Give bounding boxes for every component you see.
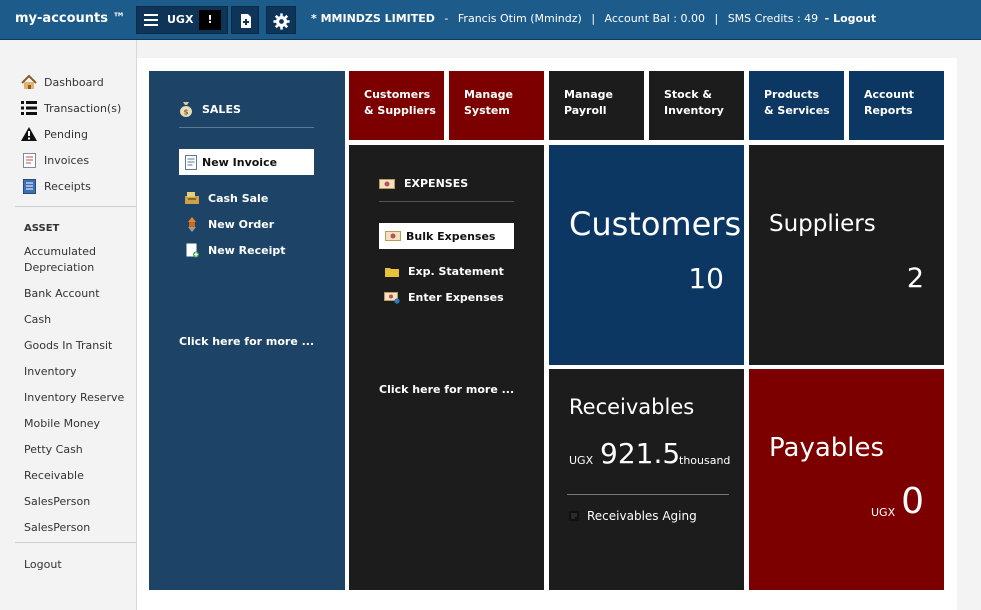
cash-register-icon	[184, 191, 200, 205]
group-label-asset: ASSET	[24, 223, 60, 234]
tile-account-reports[interactable]: Account Reports	[849, 71, 944, 140]
expenses-icon	[379, 178, 395, 190]
add-expense-icon	[384, 291, 400, 304]
currency-label: UGX	[167, 13, 194, 26]
invoice-icon	[20, 152, 38, 168]
sidebar-item-receipts[interactable]: Receipts	[20, 177, 91, 195]
receivables-label: Receivables	[569, 395, 695, 419]
sidebar-logout-link[interactable]: Logout	[24, 557, 62, 573]
company-name: * MMINDZS LIMITED	[311, 12, 435, 25]
payables-kpi-tile[interactable]: Payables UGX 0	[749, 369, 944, 590]
app-brand[interactable]: my-accounts ™	[15, 11, 126, 26]
tile-products-services[interactable]: Products & Services	[749, 71, 844, 140]
account-link[interactable]: Cash	[24, 312, 51, 328]
sidebar-divider	[15, 542, 136, 543]
top-bar: my-accounts ™ UGX ! * MMINDZS LIMITED - …	[0, 0, 981, 40]
folder-icon	[384, 266, 400, 277]
receivables-divider	[567, 494, 729, 495]
account-link[interactable]: Accumulated Depreciation	[24, 244, 124, 276]
account-balance: Account Bal : 0.00	[604, 12, 705, 25]
menu-currency-button[interactable]: UGX !	[136, 6, 228, 34]
account-info: * MMINDZS LIMITED - Francis Otim (Mmindz…	[311, 12, 877, 25]
invoice-icon	[185, 154, 197, 170]
alert-badge[interactable]: !	[199, 10, 221, 30]
receivables-unit: thousand	[679, 454, 731, 467]
hamburger-icon	[144, 14, 158, 26]
payables-amount: 0	[901, 481, 924, 522]
payables-currency: UGX	[871, 506, 896, 519]
sms-credits: SMS Credits : 49	[727, 12, 819, 25]
expenses-more-link[interactable]: Click here for more ...	[379, 383, 514, 396]
warning-icon	[20, 126, 38, 142]
aging-report-icon	[569, 511, 579, 521]
suppliers-count: 2	[906, 263, 924, 294]
money-bag-icon: $	[179, 101, 193, 117]
sidebar-item-pending[interactable]: Pending	[20, 125, 88, 143]
order-icon	[184, 217, 200, 232]
settings-button[interactable]	[266, 6, 296, 34]
bulk-expenses-icon	[385, 230, 401, 242]
sidebar-item-invoices[interactable]: Invoices	[20, 151, 89, 169]
user-name: Francis Otim (Mmindz)	[457, 12, 582, 25]
add-receipt-icon	[184, 243, 200, 258]
customers-count: 10	[688, 262, 724, 295]
tile-manage-payroll[interactable]: Manage Payroll	[549, 71, 644, 140]
house-icon	[20, 74, 38, 90]
account-link[interactable]: Inventory Reserve	[24, 390, 124, 406]
cash-sale-link[interactable]: Cash Sale	[184, 191, 268, 205]
sidebar-item-transactions[interactable]: Transaction(s)	[20, 99, 121, 117]
receivables-currency: UGX	[569, 454, 594, 467]
expenses-header: EXPENSES	[379, 177, 468, 190]
bulk-expenses-button[interactable]: Bulk Expenses	[379, 223, 514, 249]
new-document-button[interactable]	[231, 6, 259, 34]
account-link[interactable]: Petty Cash	[24, 442, 83, 458]
list-icon	[20, 100, 38, 116]
sales-tile: $ SALES New Invoice Cash Sale New Order …	[149, 71, 345, 590]
tile-customers-suppliers[interactable]: Customers & Suppliers	[349, 71, 444, 140]
account-link[interactable]: Bank Account	[24, 286, 100, 302]
payables-label: Payables	[769, 433, 885, 463]
sales-header: $ SALES	[179, 101, 241, 117]
gear-icon	[273, 13, 290, 30]
suppliers-kpi-tile[interactable]: Suppliers 2	[749, 145, 944, 365]
sales-divider	[179, 127, 314, 128]
expenses-tile: EXPENSES Bulk Expenses Exp. Statement En…	[349, 145, 544, 590]
tile-stock-inventory[interactable]: Stock & Inventory	[649, 71, 744, 140]
account-link[interactable]: Inventory	[24, 364, 77, 380]
account-link[interactable]: Receivable	[24, 468, 84, 484]
enter-expenses-link[interactable]: Enter Expenses	[384, 291, 504, 304]
tile-manage-system[interactable]: Manage System	[449, 71, 544, 140]
sales-more-link[interactable]: Click here for more ...	[179, 335, 314, 348]
customers-kpi-tile[interactable]: Customers 10	[549, 145, 744, 365]
account-link[interactable]: SalesPerson	[24, 520, 90, 536]
customers-label: Customers	[569, 205, 742, 243]
account-link[interactable]: SalesPerson	[24, 494, 90, 510]
sidebar-divider	[15, 206, 136, 207]
receivables-amount: 921.5	[600, 437, 681, 470]
new-document-icon	[241, 14, 251, 28]
account-link[interactable]: Mobile Money	[24, 416, 100, 432]
new-invoice-button[interactable]: New Invoice	[179, 149, 314, 175]
receipt-icon	[20, 178, 38, 194]
expenses-divider	[379, 201, 514, 202]
sidebar: Dashboard Transaction(s) Pending Invoice…	[0, 40, 137, 610]
svg-text:$: $	[184, 109, 189, 117]
account-link[interactable]: Goods In Transit	[24, 338, 112, 354]
receivables-aging-link[interactable]: Receivables Aging	[569, 509, 697, 523]
receivables-kpi-tile[interactable]: Receivables UGX 921.5 thousand Receivabl…	[549, 369, 744, 590]
exp-statement-link[interactable]: Exp. Statement	[384, 265, 504, 278]
sidebar-item-dashboard[interactable]: Dashboard	[20, 73, 104, 91]
new-receipt-link[interactable]: New Receipt	[184, 243, 285, 258]
logout-link[interactable]: - Logout	[825, 12, 876, 25]
suppliers-label: Suppliers	[769, 211, 876, 237]
new-order-link[interactable]: New Order	[184, 217, 274, 232]
